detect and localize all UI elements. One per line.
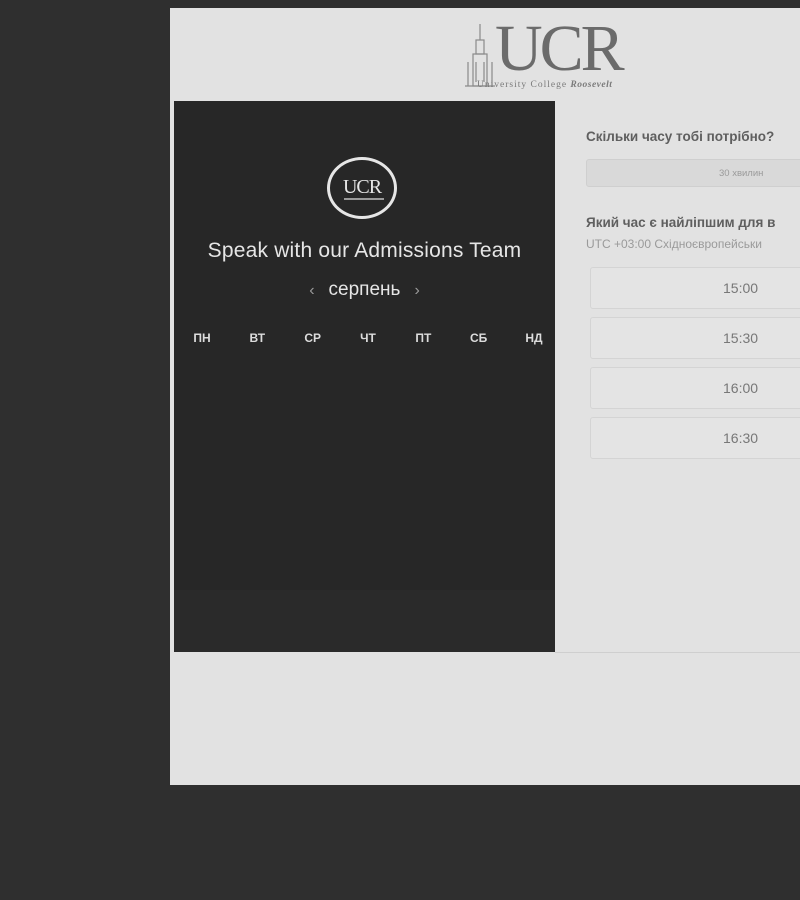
weekday-mon: ПН	[193, 331, 211, 345]
month-label: серпень	[328, 279, 401, 300]
weekday-thu: ЧТ	[360, 331, 376, 345]
calendar-title: Speak with our Admissions Team	[207, 239, 522, 262]
ucr-logo: UCR University College Roosevelt	[465, 16, 650, 102]
duration-question: Скільки часу тобі потрібно?	[586, 129, 775, 144]
timezone-selector[interactable]: UTC +03:00 Східноєвропейськи	[586, 237, 762, 251]
calendar-footer	[174, 590, 555, 652]
duration-option-label: 30 хвилин	[719, 168, 764, 179]
time-slot-button[interactable]: 15:00	[590, 267, 800, 309]
logo-subtitle: University College Roosevelt	[477, 80, 612, 90]
section-divider	[555, 652, 800, 653]
weekday-header: ПН ВТ СР ЧТ ПТ СБ НД	[182, 331, 554, 345]
ucr-badge-logo: UCR	[327, 157, 397, 219]
weekday-fri: ПТ	[415, 331, 432, 345]
weekday-sun: НД	[525, 331, 543, 345]
chevron-left-icon[interactable]: ‹	[295, 282, 328, 299]
time-slot-button[interactable]: 15:30	[590, 317, 800, 359]
weekday-tue: ВТ	[249, 331, 266, 345]
weekday-sat: СБ	[469, 331, 488, 345]
time-slot-label: 15:00	[723, 280, 759, 296]
time-slot-label: 15:30	[723, 330, 759, 346]
logo-wordmark: UCR	[495, 12, 625, 85]
weekday-wed: СР	[304, 331, 321, 345]
time-slot-label: 16:30	[723, 430, 759, 446]
logo-subtitle-text: University College	[477, 80, 568, 90]
badge-subline	[344, 198, 384, 200]
month-navigator: ‹ серпень ›	[174, 279, 555, 301]
duration-option-button[interactable]: 30 хвилин	[586, 159, 800, 187]
logo-subtitle-italic: Roosevelt	[570, 80, 613, 90]
time-slot-button[interactable]: 16:30	[590, 417, 800, 459]
time-slot-button[interactable]: 16:00	[590, 367, 800, 409]
time-slot-label: 16:00	[723, 380, 759, 396]
badge-wordmark: UCR	[342, 176, 382, 198]
calendar-panel: UCR Speak with our Admissions Team ‹ серп…	[174, 101, 555, 652]
time-question: Який час є найліпшим для в	[586, 215, 776, 230]
booking-options: Скільки часу тобі потрібно? 30 хвилин Як…	[586, 101, 800, 652]
chevron-right-icon[interactable]: ›	[400, 282, 433, 299]
